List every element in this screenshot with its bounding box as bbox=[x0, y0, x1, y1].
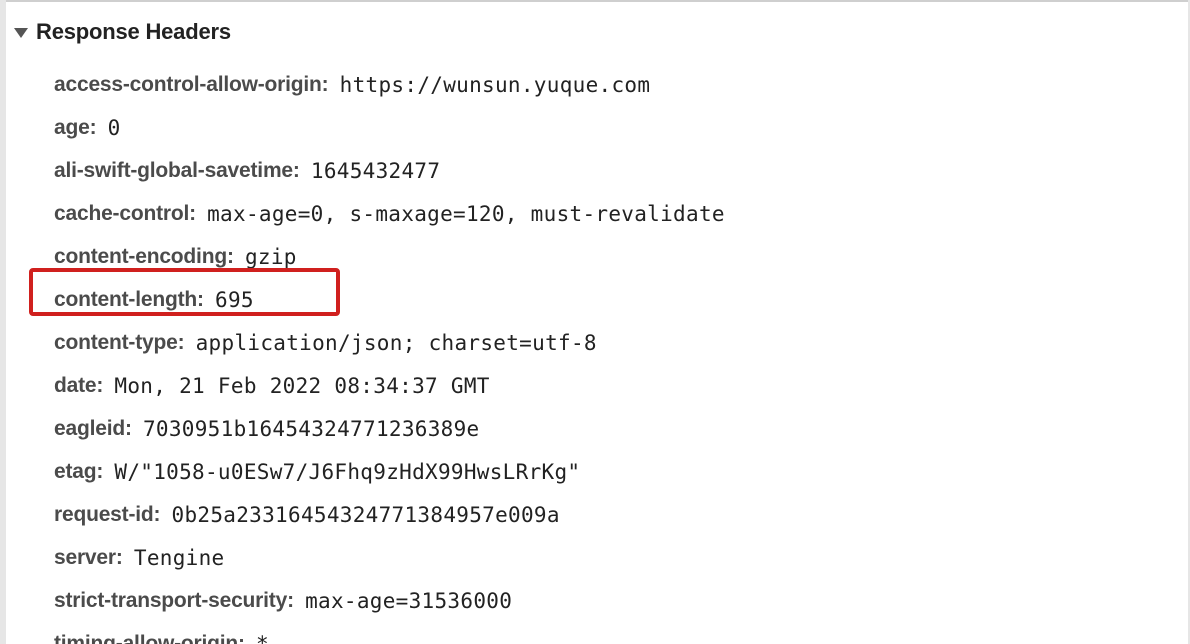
header-name: etag bbox=[54, 459, 97, 483]
header-value[interactable]: gzip bbox=[245, 245, 297, 269]
header-value[interactable]: 695 bbox=[215, 288, 254, 312]
header-separator: : bbox=[189, 201, 197, 225]
response-headers-panel: Response Headers access-control-allow-or… bbox=[0, 0, 1190, 644]
header-value[interactable]: https://wunsun.yuque.com bbox=[340, 73, 651, 97]
header-separator: : bbox=[292, 158, 300, 182]
header-separator: : bbox=[287, 588, 295, 612]
header-row[interactable]: date: Mon, 21 Feb 2022 08:34:37 GMT bbox=[54, 364, 1174, 407]
header-value[interactable]: 0b25a23316454324771384957e009a bbox=[172, 503, 560, 527]
header-name: request-id bbox=[54, 502, 154, 526]
header-row[interactable]: eagleid: 7030951b16454324771236389e bbox=[54, 407, 1174, 450]
header-value[interactable]: Mon, 21 Feb 2022 08:34:37 GMT bbox=[114, 374, 489, 398]
header-value[interactable]: Tengine bbox=[134, 546, 225, 570]
header-separator: : bbox=[124, 416, 132, 440]
header-separator: : bbox=[153, 502, 161, 526]
header-name: content-length bbox=[54, 287, 198, 311]
header-separator: : bbox=[96, 373, 104, 397]
header-separator: : bbox=[321, 72, 329, 96]
header-name: content-encoding bbox=[54, 244, 227, 268]
header-value[interactable]: max-age=0, s-maxage=120, must-revalidate bbox=[207, 202, 725, 226]
left-gutter bbox=[0, 0, 6, 644]
header-row[interactable]: timing-allow-origin: * bbox=[54, 622, 1174, 644]
top-divider bbox=[0, 0, 1190, 2]
header-name: cache-control bbox=[54, 201, 190, 225]
header-row[interactable]: cache-control: max-age=0, s-maxage=120, … bbox=[54, 192, 1174, 235]
disclosure-triangle-icon[interactable] bbox=[14, 27, 28, 38]
header-separator: : bbox=[177, 330, 185, 354]
header-row[interactable]: strict-transport-security: max-age=31536… bbox=[54, 579, 1174, 622]
header-name: server bbox=[54, 545, 116, 569]
header-value[interactable]: 0 bbox=[108, 116, 121, 140]
header-row[interactable]: server: Tengine bbox=[54, 536, 1174, 579]
header-separator: : bbox=[96, 459, 104, 483]
section-title: Response Headers bbox=[36, 19, 231, 44]
header-value[interactable]: application/json; charset=utf-8 bbox=[196, 331, 597, 355]
header-name: timing-allow-origin bbox=[54, 631, 239, 644]
header-row-content-length[interactable]: content-length: 695 bbox=[54, 278, 1174, 321]
header-separator: : bbox=[226, 244, 234, 268]
header-value[interactable]: 1645432477 bbox=[311, 159, 440, 183]
header-separator: : bbox=[238, 631, 246, 644]
header-name: access-control-allow-origin bbox=[54, 72, 322, 96]
header-name: strict-transport-security bbox=[54, 588, 288, 612]
header-row[interactable]: content-encoding: gzip bbox=[54, 235, 1174, 278]
header-separator: : bbox=[115, 545, 123, 569]
header-name: age bbox=[54, 115, 90, 139]
headers-list: access-control-allow-origin: https://wun… bbox=[54, 63, 1174, 644]
header-value[interactable]: 7030951b16454324771236389e bbox=[143, 417, 480, 441]
header-value[interactable]: W/"1058-u0ESw7/J6Fhq9zHdX99HwsLRrKg" bbox=[114, 460, 580, 484]
header-row[interactable]: content-type: application/json; charset=… bbox=[54, 321, 1174, 364]
header-separator: : bbox=[197, 287, 205, 311]
header-row[interactable]: request-id: 0b25a23316454324771384957e00… bbox=[54, 493, 1174, 536]
header-name: date bbox=[54, 373, 97, 397]
response-headers-toggle[interactable]: Response Headers bbox=[14, 17, 231, 47]
header-row[interactable]: ali-swift-global-savetime: 1645432477 bbox=[54, 149, 1174, 192]
header-value[interactable]: max-age=31536000 bbox=[305, 589, 512, 613]
header-name: content-type bbox=[54, 330, 178, 354]
header-row[interactable]: access-control-allow-origin: https://wun… bbox=[54, 63, 1174, 106]
header-name: ali-swift-global-savetime bbox=[54, 158, 293, 182]
header-separator: : bbox=[89, 115, 97, 139]
header-value[interactable]: * bbox=[256, 632, 269, 644]
header-row[interactable]: age: 0 bbox=[54, 106, 1174, 149]
header-name: eagleid bbox=[54, 416, 125, 440]
header-row[interactable]: etag: W/"1058-u0ESw7/J6Fhq9zHdX99HwsLRrK… bbox=[54, 450, 1174, 493]
